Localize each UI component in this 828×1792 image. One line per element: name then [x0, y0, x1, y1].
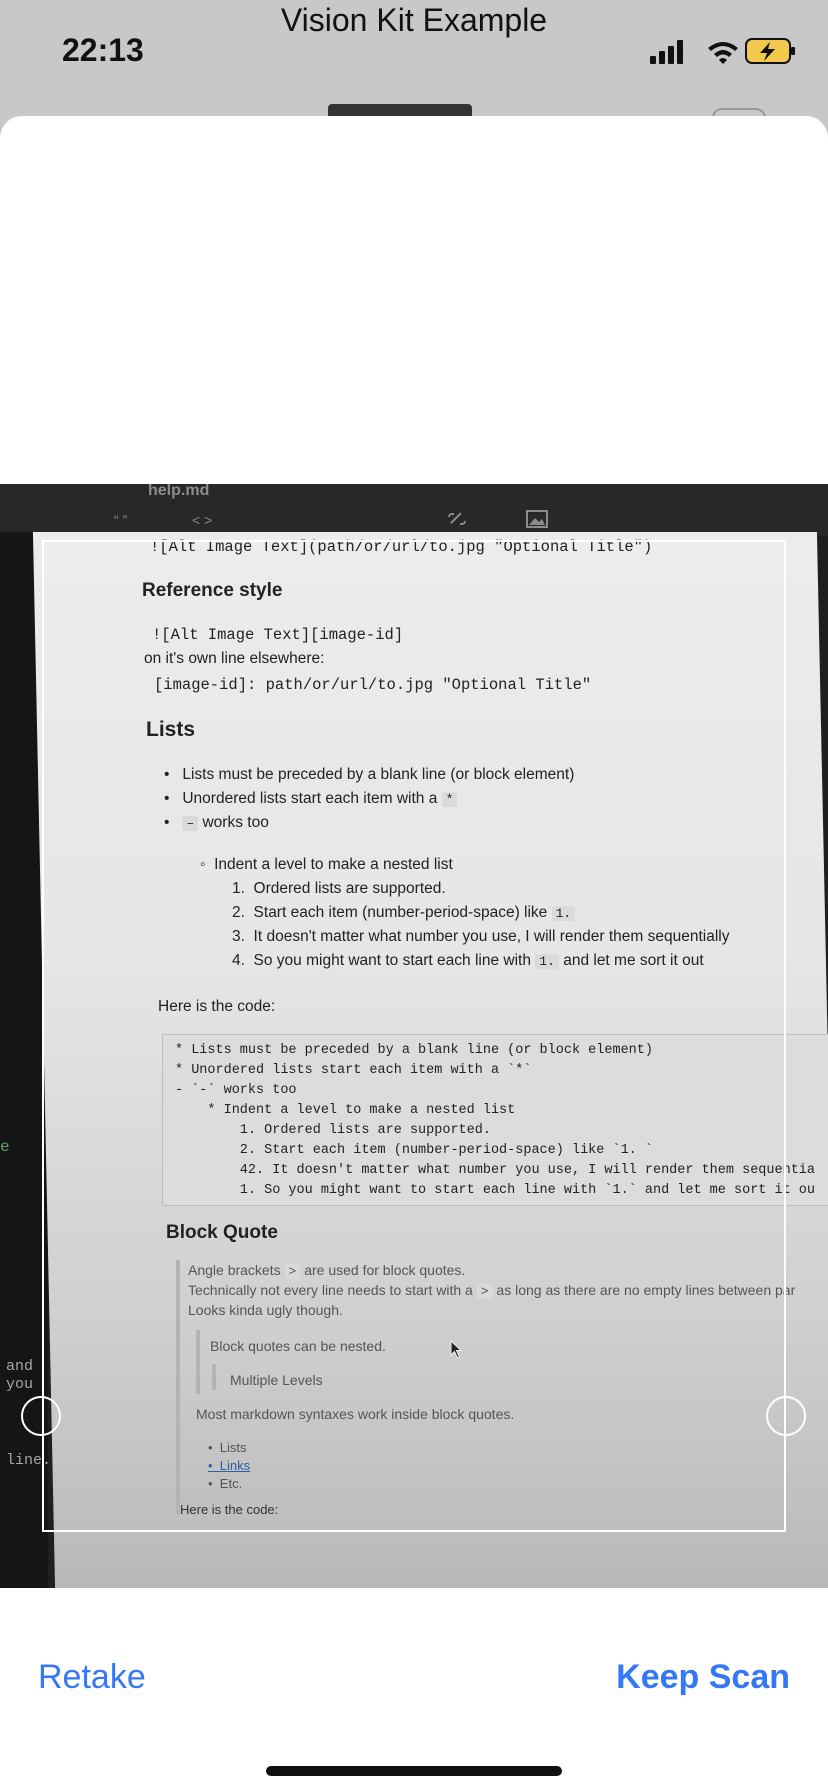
home-indicator[interactable] [266, 1766, 562, 1776]
edge-text: e [0, 1138, 10, 1156]
crop-handle-top-right[interactable] [766, 404, 806, 444]
battery-charging-icon [745, 38, 795, 64]
quote-icon: “ ” [114, 512, 128, 528]
edge-text: you [6, 1376, 34, 1393]
scan-preview-sheet: help.md “ ” < > e and you line. ![Alt Im… [0, 116, 828, 1792]
crop-boundary[interactable] [42, 540, 786, 1532]
crop-handle-bottom-left[interactable] [21, 1396, 61, 1436]
link-icon [448, 512, 466, 525]
file-tab-label: help.md [148, 484, 210, 499]
code-icon: < > [192, 512, 213, 528]
keep-scan-button[interactable]: Keep Scan [616, 1658, 790, 1697]
crop-handle-top-left[interactable] [21, 404, 61, 444]
image-icon [526, 510, 548, 528]
crop-handle-bottom-right[interactable] [766, 1396, 806, 1436]
status-icons [650, 38, 795, 64]
wifi-icon [708, 42, 738, 64]
retake-button[interactable]: Retake [38, 1658, 146, 1697]
status-time: 22:13 [62, 32, 144, 68]
edge-text: and [6, 1358, 34, 1375]
signal-icon [650, 40, 683, 64]
photo-editor-toolbar: help.md “ ” < > [0, 484, 828, 536]
